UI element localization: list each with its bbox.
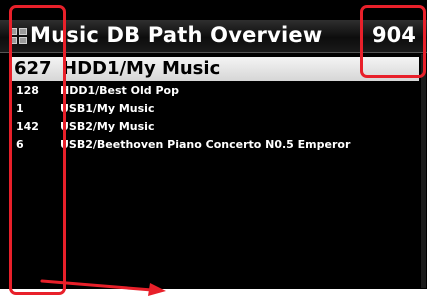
path-label: USB2/My Music bbox=[60, 120, 155, 133]
selected-path-row[interactable]: 627 HDD1/My Music bbox=[12, 57, 419, 81]
page-title: Music DB Path Overview bbox=[30, 23, 323, 47]
path-label: HDD1/Best Old Pop bbox=[60, 84, 179, 97]
selected-path-label: HDD1/My Music bbox=[62, 58, 221, 79]
annotation-arrow-icon bbox=[40, 279, 166, 296]
annotation-box-counts bbox=[9, 5, 66, 295]
path-label: USB2/Beethoven Piano Concerto N0.5 Emper… bbox=[60, 138, 351, 151]
annotation-box-total bbox=[360, 5, 426, 78]
path-label: USB1/My Music bbox=[60, 102, 155, 115]
scrollbar[interactable] bbox=[421, 54, 426, 288]
